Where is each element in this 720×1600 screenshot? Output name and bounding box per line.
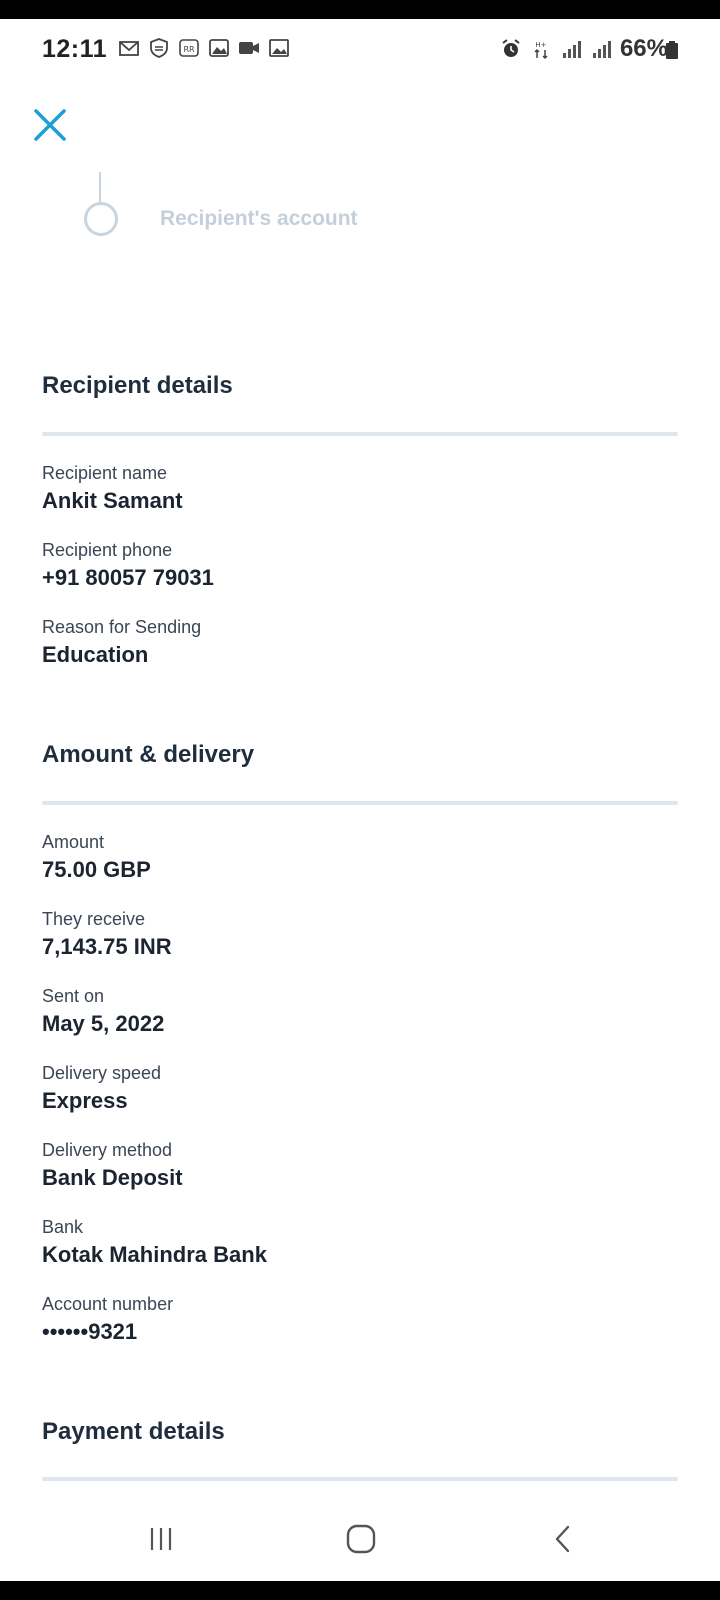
field-label: Sent on [42,986,105,1006]
screen: 12:11 RR H+ 66% Recipient's account Reci… [0,19,720,1581]
system-icons: H+ 66% [500,35,668,63]
field-value: Express [42,1088,128,1113]
field-label: Amount [42,832,105,852]
stepper-line [99,172,101,202]
svg-text:RR: RR [183,45,195,54]
delivery-speed-field: Delivery speed Express [42,1062,161,1116]
gmail-icon [118,37,140,59]
battery-percentage: 66% [619,35,668,62]
back-icon [555,1525,570,1553]
signal-icon [590,38,612,60]
field-label: Reason for Sending [42,617,202,637]
they-receive-field: They receive 7,143.75 INR [42,908,172,962]
field-value: Kotak Mahindra Bank [42,1242,267,1267]
field-value: Education [42,642,149,667]
bottom-black-bar [0,1581,720,1600]
recents-button[interactable] [131,1517,191,1561]
home-button[interactable] [331,1517,391,1561]
payment-details-title: Payment details [42,1418,225,1445]
video-icon [238,37,260,59]
shield-icon [148,37,170,59]
field-value: 7,143.75 INR [42,934,172,959]
data-icon: H+ [530,38,552,60]
field-label: Recipient phone [42,540,173,560]
stepper-label: Recipient's account [160,207,358,230]
close-icon [34,109,66,141]
image-icon [268,37,290,59]
gallery-icon [208,37,230,59]
field-label: Delivery speed [42,1063,162,1083]
battery-icon [666,41,678,59]
app-rr-icon: RR [178,37,200,59]
field-value: ••••••9321 [42,1319,138,1344]
navigation-bar [0,1499,720,1581]
close-button[interactable] [30,105,70,145]
svg-text:H+: H+ [535,41,546,49]
account-number-field: Account number ••••••9321 [42,1293,173,1347]
delivery-method-field: Delivery method Bank Deposit [42,1139,183,1193]
status-time: 12:11 [42,35,108,63]
field-label: Bank [42,1217,84,1237]
recents-icon [150,1528,172,1550]
field-value: May 5, 2022 [42,1011,165,1036]
field-value: Bank Deposit [42,1165,183,1190]
top-black-bar [0,0,720,19]
sent-on-field: Sent on May 5, 2022 [42,985,164,1039]
notification-icons: RR [118,37,290,59]
field-value: Ankit Samant [42,488,183,513]
bank-field: Bank Kotak Mahindra Bank [42,1216,267,1270]
recipient-phone-field: Recipient phone +91 80057 79031 [42,539,214,593]
reason-field: Reason for Sending Education [42,616,201,670]
stepper-step-indicator [84,202,118,236]
amount-delivery-title: Amount & delivery [42,741,255,768]
field-label: They receive [42,909,146,929]
back-button[interactable] [533,1517,593,1561]
field-label: Recipient name [42,463,168,483]
status-bar: 12:11 RR H+ 66% [0,19,720,79]
field-label: Account number [42,1294,174,1314]
field-label: Delivery method [42,1140,173,1160]
field-value: 75.00 GBP [42,857,151,882]
section-divider [42,432,678,436]
signal-icon [560,38,582,60]
recipient-details-title: Recipient details [42,372,233,399]
section-divider [42,801,678,805]
section-divider [42,1477,678,1481]
recipient-name-field: Recipient name Ankit Samant [42,462,183,516]
field-value: +91 80057 79031 [42,565,214,590]
amount-field: Amount 75.00 GBP [42,831,151,885]
alarm-icon [500,38,522,60]
home-icon [346,1524,376,1554]
